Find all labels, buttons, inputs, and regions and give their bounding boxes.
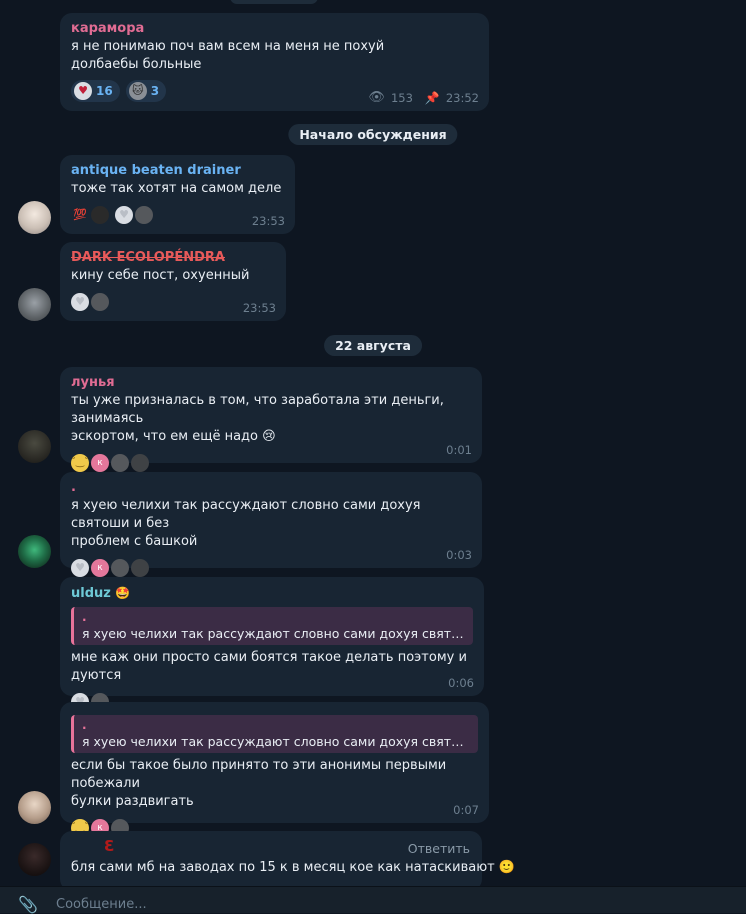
date-pill-top-fragment bbox=[230, 0, 318, 4]
message-text-content: бля сами мб на заводах по 15 к в месяц к… bbox=[71, 860, 495, 875]
message-text: бля сами мб на заводах по 15 к в месяц к… bbox=[71, 859, 515, 877]
message-meta: 👁 153 📌 23:52 bbox=[368, 90, 479, 105]
reaction-chip[interactable]: ♥ к bbox=[71, 557, 149, 579]
reaction-chip[interactable]: ♥ bbox=[71, 291, 109, 313]
reaction-chip[interactable]: ♥ 16 bbox=[71, 80, 120, 102]
reactions-row: ♥ к bbox=[71, 557, 471, 579]
avatar[interactable] bbox=[18, 843, 51, 876]
message-text-line: ты уже призналась в том, что заработала … bbox=[71, 393, 444, 426]
message-bubble[interactable]: ulduz 🤩 . я хуею челихи так рассуждают с… bbox=[60, 577, 484, 711]
reaction-count: 16 bbox=[96, 84, 113, 98]
views-count: 153 bbox=[390, 90, 413, 105]
message-text: мне каж они просто сами боятся такое дел… bbox=[71, 650, 467, 683]
hundred-icon: 💯 bbox=[73, 208, 87, 221]
message-time: 23:53 bbox=[242, 301, 276, 315]
smiling-face-icon: 🙂 bbox=[498, 860, 516, 875]
sticker-icon bbox=[91, 206, 109, 224]
sticker-icon bbox=[111, 454, 129, 472]
reaction-chip[interactable]: ˘‿˘ к bbox=[71, 452, 149, 474]
message-text: кину себе пост, охуенный bbox=[71, 268, 250, 283]
message-author[interactable]: ulduz 🤩 bbox=[71, 584, 473, 603]
message-composer[interactable]: 📎 Сообщение... bbox=[0, 886, 746, 914]
sticker-icon bbox=[131, 454, 149, 472]
message-text-line: эскортом, что ем ещё надо 😢 bbox=[71, 428, 471, 446]
cat-sticker-icon: 🐱 bbox=[128, 82, 147, 100]
star-struck-icon: 🤩 bbox=[115, 586, 131, 600]
message-bubble[interactable]: . я хуею челихи так рассуждают словно са… bbox=[60, 472, 482, 577]
eye-icon: 👁 bbox=[368, 90, 385, 105]
heart-sticker-icon: ♥ bbox=[115, 206, 133, 224]
message-meta: 23:53 bbox=[252, 214, 285, 228]
message-time: 0:07 bbox=[453, 803, 479, 817]
date-pill: 22 августа bbox=[324, 335, 422, 356]
message-bubble[interactable]: DARK ЕCOLOPÉNDRA кину себе пост, охуенны… bbox=[60, 242, 286, 321]
reply-quote[interactable]: . я хуею челихи так рассуждают словно са… bbox=[71, 715, 478, 753]
sticker-icon bbox=[135, 206, 153, 224]
message-text: тоже так хотят на самом деле bbox=[71, 181, 282, 196]
sticker-icon bbox=[111, 559, 129, 577]
message-text-line: булки раздвигать bbox=[71, 794, 194, 809]
reactions-row: ˘‿˘ к bbox=[71, 452, 471, 474]
message-bubble[interactable]: . я хуею челихи так рассуждают словно са… bbox=[60, 702, 489, 837]
quote-author: . bbox=[82, 718, 87, 732]
message-text-line-content: эскортом, что ем ещё надо bbox=[71, 429, 258, 444]
message-author[interactable]: лунья bbox=[71, 374, 471, 392]
message-time: 23:53 bbox=[251, 214, 285, 228]
heart-eyes-sticker-icon: ♥ bbox=[74, 82, 92, 100]
message-bubble[interactable]: Ɛ Ответить бля сами мб на заводах по 15 … bbox=[60, 831, 515, 891]
message-meta: 0:01 bbox=[446, 443, 472, 457]
reply-button[interactable]: Ответить bbox=[408, 841, 470, 856]
heart-sticker-icon: ♥ bbox=[71, 559, 89, 577]
attach-icon[interactable]: 📎 bbox=[18, 895, 38, 914]
message-text-line: проблем с башкой bbox=[71, 534, 198, 549]
message-meta: 0:03 bbox=[446, 548, 472, 562]
k-sticker-icon: к bbox=[91, 454, 109, 472]
message-bubble[interactable]: лунья ты уже призналась в том, что зараб… bbox=[60, 367, 482, 472]
author-name: ulduz bbox=[71, 586, 111, 601]
avatar[interactable] bbox=[18, 430, 51, 463]
avatar[interactable] bbox=[18, 535, 51, 568]
message-text-line: если бы такое было принято то эти аноним… bbox=[71, 758, 447, 791]
heart-sticker-icon: ♥ bbox=[71, 293, 89, 311]
sticker-icon bbox=[91, 293, 109, 311]
message-author[interactable]: . bbox=[71, 479, 471, 497]
quote-author: . bbox=[82, 610, 87, 624]
message-author[interactable]: карамора bbox=[71, 20, 478, 38]
message-meta: 23:53 bbox=[243, 301, 276, 315]
message-input-placeholder[interactable]: Сообщение... bbox=[56, 897, 147, 912]
avatar[interactable] bbox=[18, 288, 51, 321]
message-author[interactable]: antique beaten drainer bbox=[71, 162, 284, 180]
reply-quote[interactable]: . я хуею челихи так рассуждают словно са… bbox=[71, 607, 473, 645]
message-time: 0:01 bbox=[446, 443, 472, 457]
message-time: 0:06 bbox=[448, 676, 474, 690]
crying-face-icon: 😢 bbox=[262, 429, 276, 444]
reaction-chip[interactable]: ♥ bbox=[115, 204, 153, 226]
message-bubble[interactable]: antique beaten drainer тоже так хотят на… bbox=[60, 155, 295, 234]
quote-text: я хуею челихи так рассуждают словно сами… bbox=[82, 734, 470, 749]
sleepy-face-icon: ˘‿˘ bbox=[71, 454, 89, 472]
reaction-count: 3 bbox=[150, 84, 160, 98]
pin-icon: 📌 bbox=[424, 90, 440, 105]
message-bubble[interactable]: карамора я не понимаю поч вам всем на ме… bbox=[60, 13, 489, 111]
sticker-icon bbox=[131, 559, 149, 577]
message-time: 23:52 bbox=[445, 90, 479, 105]
message-author[interactable]: DARK ЕCOLOPÉNDRA bbox=[71, 249, 275, 267]
message-meta: 0:07 bbox=[453, 803, 479, 817]
discussion-start-pill: Начало обсуждения bbox=[288, 124, 458, 145]
quote-text: я хуею челихи так рассуждают словно сами… bbox=[82, 626, 465, 641]
message-meta: 0:06 bbox=[448, 676, 474, 690]
k-sticker-icon: к bbox=[91, 559, 109, 577]
reaction-chip[interactable]: 💯 bbox=[71, 204, 109, 226]
message-time: 0:03 bbox=[446, 548, 472, 562]
avatar[interactable] bbox=[18, 791, 51, 824]
message-text: я не понимаю поч вам всем на меня не пох… bbox=[71, 39, 385, 72]
red-sticker-icon: Ɛ bbox=[104, 837, 115, 855]
reaction-chip[interactable]: 🐱 3 bbox=[125, 80, 167, 102]
avatar[interactable] bbox=[18, 201, 51, 234]
message-text-line: я хуею челихи так рассуждают словно сами… bbox=[71, 498, 421, 531]
